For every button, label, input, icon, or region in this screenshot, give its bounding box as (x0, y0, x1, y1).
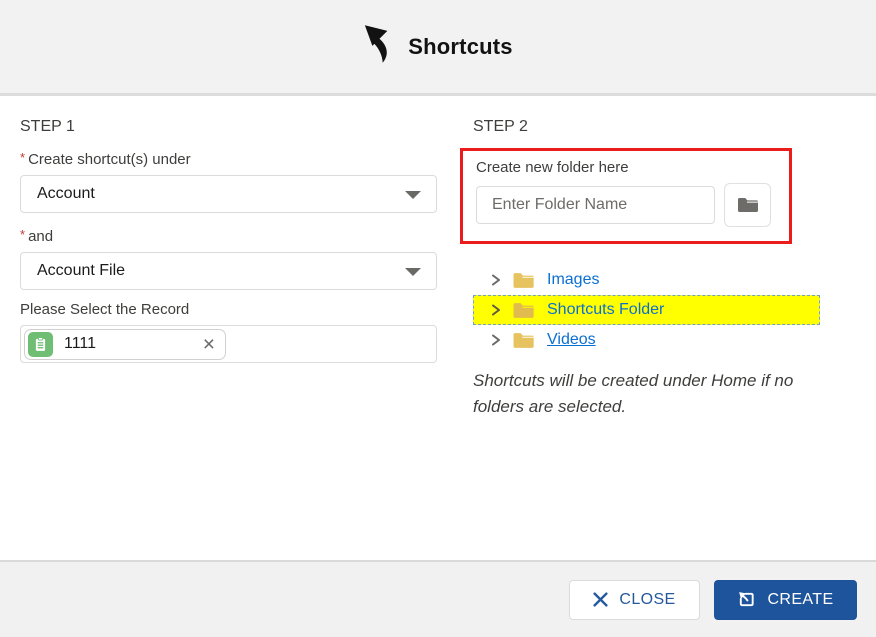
step2-heading: STEP 2 (473, 118, 820, 136)
chevron-down-icon (405, 191, 421, 199)
helper-note: Shortcuts will be created under Home if … (473, 368, 809, 420)
new-folder-label: Create new folder here (476, 159, 777, 176)
modal-header: Shortcuts (0, 0, 876, 96)
file-field-label: *and (20, 227, 437, 245)
step1-section: STEP 1 *Create shortcut(s) under Account… (20, 116, 437, 540)
shortcut-arrow-icon (363, 25, 393, 63)
record-lookup-field[interactable]: 1111 × (20, 325, 437, 363)
object-select[interactable]: Account (20, 175, 437, 213)
create-button[interactable]: CREATE (714, 580, 857, 620)
modal-footer: CLOSE CREATE (0, 560, 876, 637)
close-icon (593, 592, 608, 607)
folder-name-input[interactable] (476, 186, 715, 224)
chevron-down-icon (405, 268, 421, 276)
tree-item-label: Videos (547, 331, 596, 349)
object-select-value: Account (37, 185, 95, 203)
modal-body: STEP 1 *Create shortcut(s) under Account… (0, 96, 876, 560)
page-title: Shortcuts (408, 34, 512, 60)
tree-item-videos[interactable]: Videos (473, 325, 820, 355)
file-select[interactable]: Account File (20, 252, 437, 290)
record-pill-value: 1111 (64, 335, 96, 353)
chevron-right-icon (491, 334, 501, 346)
record-pill[interactable]: 1111 × (24, 329, 226, 360)
record-icon (28, 332, 53, 357)
folder-tree: Images Shortcuts Folder (473, 265, 820, 355)
folder-icon (512, 301, 535, 320)
chevron-right-icon (491, 304, 501, 316)
object-field-label: *Create shortcut(s) under (20, 150, 437, 168)
record-field-label: Please Select the Record (20, 301, 437, 318)
shortcuts-modal: Shortcuts STEP 1 *Create shortcut(s) und… (0, 0, 876, 637)
close-button[interactable]: CLOSE (569, 580, 700, 620)
required-asterisk: * (20, 150, 25, 165)
folder-icon (512, 331, 535, 350)
step1-heading: STEP 1 (20, 118, 437, 136)
folder-icon (512, 271, 535, 290)
required-asterisk: * (20, 227, 25, 242)
tree-item-images[interactable]: Images (473, 265, 820, 295)
tree-item-shortcuts-folder[interactable]: Shortcuts Folder (473, 295, 820, 325)
create-folder-button[interactable] (724, 183, 771, 227)
tree-item-label: Shortcuts Folder (547, 301, 664, 319)
chevron-right-icon (491, 274, 501, 286)
shortcut-icon (737, 590, 756, 609)
tree-item-label: Images (547, 271, 599, 289)
remove-record-icon[interactable]: × (203, 334, 215, 355)
folder-icon (736, 195, 760, 215)
red-annotation-box: Create new folder here (460, 148, 792, 244)
file-select-value: Account File (37, 262, 125, 280)
step2-section: STEP 2 Create new folder here (473, 116, 820, 540)
